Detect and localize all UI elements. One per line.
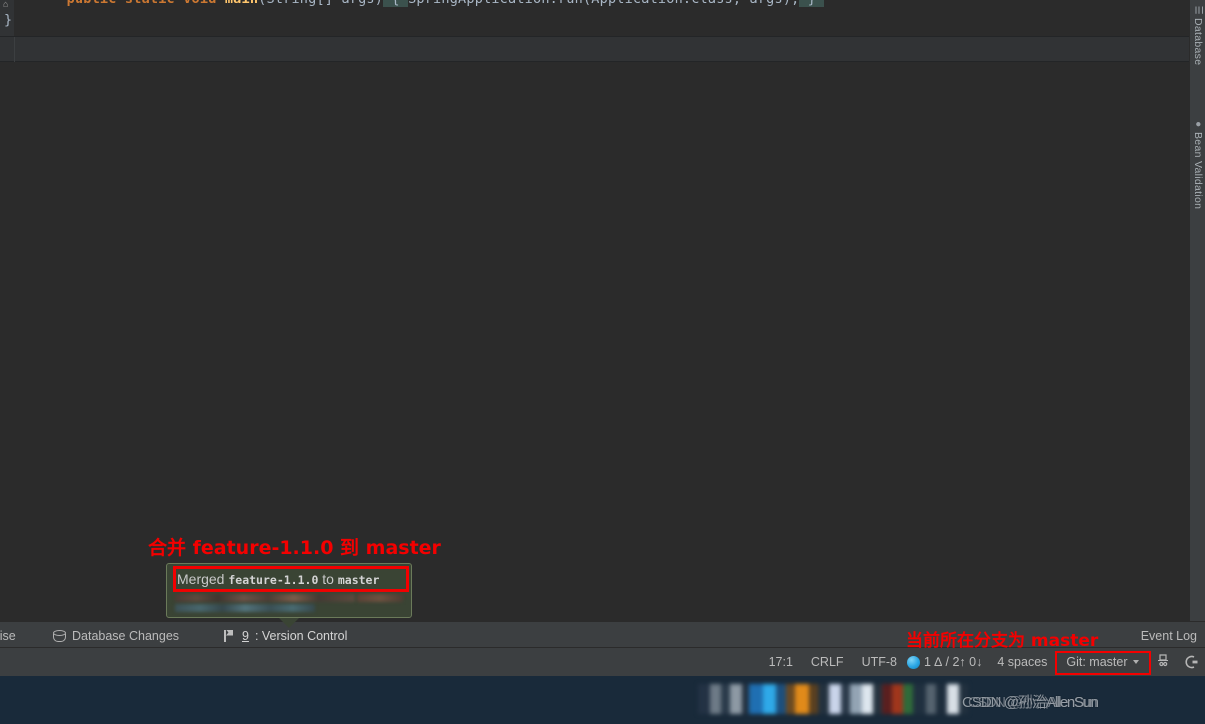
merge-notification-redacted-line-2: [175, 604, 315, 612]
sidebar-tab-database[interactable]: ☰ Database: [1190, 4, 1205, 66]
power-save-plug-icon[interactable]: [1181, 652, 1201, 672]
brace-close-highlight: }: [799, 0, 825, 7]
status-git-branch-label: Git: master: [1066, 654, 1128, 669]
database-changes-icon: [52, 629, 66, 643]
status-indent[interactable]: 4 spaces: [988, 648, 1056, 676]
gutter-rail: [14, 37, 15, 63]
status-encoding[interactable]: UTF-8: [853, 648, 901, 676]
sidebar-tab-bean-validation-label: Bean Validation: [1192, 132, 1204, 210]
merge-notification-title: Merged feature-1.1.0 to master: [177, 570, 379, 589]
balloon-pointer-arrow: [279, 618, 299, 628]
status-git-branch[interactable]: Git: master: [1055, 650, 1151, 675]
sidebar-tab-database-label: Database: [1192, 18, 1204, 66]
status-caret-position[interactable]: 17:1: [760, 648, 802, 676]
taskbar-redacted-icons: [698, 684, 969, 714]
sidebar-tab-bean-validation[interactable]: ● Bean Validation: [1190, 118, 1205, 210]
tool-window-tab-version-control-number: 9: [242, 628, 249, 643]
csdn-watermark-text-duplicate: CSDN @孙治AllenSun: [968, 694, 1097, 711]
keyword-void: void: [183, 0, 216, 7]
vcs-status-dot-icon: [906, 655, 920, 669]
status-line-separator[interactable]: CRLF: [802, 648, 853, 676]
tool-window-tab-enterprise[interactable]: ...rprise: [0, 622, 16, 649]
tool-window-tab-event-log[interactable]: Event Log: [1141, 622, 1197, 649]
right-tool-window-rail: ☰ Database ● Bean Validation: [1189, 0, 1205, 621]
merge-notification-source-branch: feature-1.1.0: [228, 573, 319, 587]
status-vcs-stats-label: 1 ∆ / 2↑ 0↓: [923, 655, 983, 669]
database-icon: ☰: [1192, 4, 1204, 16]
method-params: (String[] args): [258, 0, 383, 7]
ide-window: ⌂ public static void main(String[] args)…: [0, 0, 1205, 724]
code-line-class-close: }: [4, 12, 13, 28]
code-editor[interactable]: ⌂ public static void main(String[] args)…: [0, 0, 1189, 36]
code-space-2: [175, 0, 183, 7]
merge-notification-target-branch: master: [337, 573, 380, 587]
code-space-1: [117, 0, 125, 7]
merge-notification-redacted-line-1: [175, 594, 355, 602]
merge-notification-mid: to: [318, 571, 338, 587]
method-body: SpringApplication.run(Application.class,…: [408, 0, 799, 7]
tool-window-tab-database-changes-label: Database Changes: [72, 628, 180, 643]
chevron-down-icon: [1133, 660, 1139, 665]
tool-window-tab-enterprise-label: ...rprise: [0, 628, 16, 643]
tool-window-tab-event-log-label: Event Log: [1140, 628, 1197, 643]
status-bar: 17:1 CRLF UTF-8 1 ∆ / 2↑ 0↓ 4 spaces Git…: [0, 648, 1205, 676]
csdn-watermark: CSDN @孙治AllenSun CSDN @孙治AllenSun: [962, 691, 1099, 712]
method-name-main: main: [225, 0, 258, 7]
keyword-static: static: [125, 0, 175, 7]
bean-validation-icon: ●: [1192, 118, 1204, 130]
code-space-3: [217, 0, 225, 7]
editor-navigation-bar[interactable]: [0, 36, 1189, 63]
tool-window-tab-version-control-label: : Version Control: [254, 628, 348, 643]
annotation-branch-note: 当前所在分支为 master: [906, 631, 1099, 651]
merge-notification-prefix: Merged: [177, 571, 229, 587]
keyword-public: public: [67, 0, 117, 7]
inspector-hat-icon[interactable]: [1153, 652, 1173, 672]
tool-window-tab-database-changes[interactable]: Database Changes: [52, 622, 179, 649]
annotation-merge-note: 合并 feature-1.1.0 到 master: [148, 537, 441, 559]
merge-notification-redacted-line-1b: [357, 594, 403, 602]
merge-notification-balloon[interactable]: Merged feature-1.1.0 to master: [166, 563, 412, 628]
brace-open-highlight: {: [383, 0, 409, 7]
status-vcs-stats[interactable]: 1 ∆ / 2↑ 0↓: [901, 655, 988, 669]
branch-flag-icon: [222, 629, 236, 643]
code-line-main-method: public static void main(String[] args) {…: [0, 0, 825, 7]
